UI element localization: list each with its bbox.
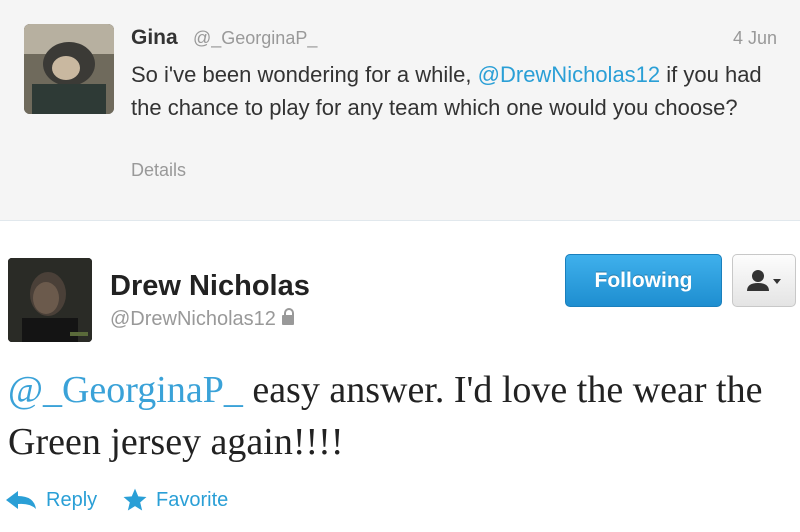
favorite-button[interactable]: Favorite: [122, 482, 228, 518]
reply-mention-link[interactable]: @DrewNicholas12: [478, 62, 661, 87]
reply-timestamp[interactable]: 4 Jun: [733, 28, 777, 49]
reply-author-handle[interactable]: @_GeorginaP_: [193, 28, 317, 49]
tweet-author-handle-row: @DrewNicholas12: [110, 308, 294, 331]
drew-avatar[interactable]: [8, 258, 92, 342]
tweet-author-name[interactable]: Drew Nicholas: [110, 270, 310, 303]
tweet-actions: Reply Favorite: [0, 482, 300, 518]
reply-author-name[interactable]: Gina: [131, 26, 178, 50]
lock-icon: [281, 308, 294, 325]
reply-label: Reply: [46, 488, 98, 511]
star-icon: [123, 488, 147, 511]
reply-arrow-icon: [6, 491, 36, 509]
user-actions-button[interactable]: [732, 254, 796, 307]
favorite-label: Favorite: [156, 488, 229, 511]
gina-avatar[interactable]: [24, 24, 114, 114]
user-dropdown-icon: [747, 270, 781, 291]
reply-header: Gina @_GeorginaP_ 4 Jun: [131, 26, 781, 56]
following-button[interactable]: Following: [565, 254, 722, 307]
reply-button[interactable]: Reply: [4, 482, 97, 518]
reply-details-link[interactable]: Details: [131, 160, 186, 181]
reply-tweet-text: So i've been wondering for a while, @Dre…: [131, 58, 781, 124]
in-reply-to-tweet: Gina @_GeorginaP_ 4 Jun So i've been won…: [0, 0, 800, 221]
tweet-text: @_GeorginaP_ easy answer. I'd love the w…: [8, 364, 793, 468]
reply-text-before: So i've been wondering for a while,: [131, 62, 478, 87]
tweet-author-handle[interactable]: @DrewNicholas12: [110, 308, 276, 330]
tweet-mention-link[interactable]: @_GeorginaP_: [8, 369, 243, 411]
